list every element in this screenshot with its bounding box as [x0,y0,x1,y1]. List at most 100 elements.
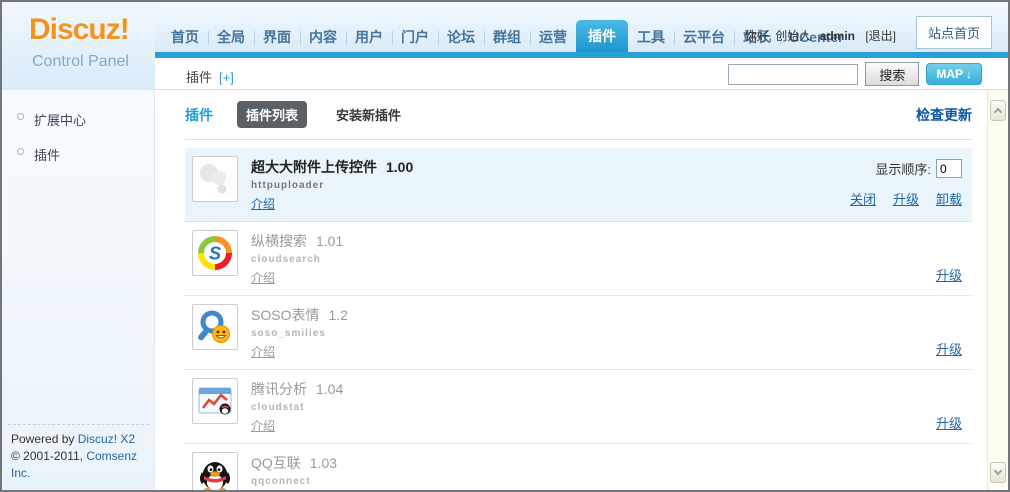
sidebar-item-2[interactable]: 插件 [2,137,154,172]
discuz-admin-window: 首页全局界面内容用户门户论坛群组运营插件工具云平台站长UCenter 你好, 创… [0,0,1010,492]
plugin-action-link-1[interactable]: 升级 [936,342,962,357]
scroll-up-button[interactable] [990,100,1006,121]
search-bar: 搜索 MAP ↓ [728,62,982,86]
plugin-version: 1.01 [316,233,343,249]
plugin-name: 超大大附件上传控件 [251,159,377,175]
nav-item-9[interactable]: 运营 [530,22,576,52]
map-button-label: MAP [936,67,963,81]
nav-item-10[interactable]: 插件 [576,20,628,52]
plugin-name: 腾讯分析 [251,381,307,397]
nav-item-1[interactable]: 首页 [162,22,208,52]
greeting-text: 你好, 创始人 [745,29,812,43]
breadcrumb: 插件 [+] [186,67,234,86]
plugin-version: 1.03 [310,455,337,471]
discuz-x2-link[interactable]: Discuz! X2 [78,432,135,446]
qqconnect-icon [192,452,238,490]
plugin-intro-link[interactable]: 介绍 [251,195,275,212]
breadcrumb-title: 插件 [186,70,212,85]
tab-2[interactable]: 安装新插件 [327,101,410,128]
site-home-button[interactable]: 站点首页 [916,16,992,49]
plugin-intro-link[interactable]: 介绍 [251,343,275,360]
search-button[interactable]: 搜索 [865,62,919,86]
plugin-action-link-1[interactable]: 关闭 [850,192,876,207]
cloudstat-icon [192,378,238,424]
check-update-link[interactable]: 检查更新 [916,105,972,125]
plugin-name: QQ互联 [251,455,301,471]
plugin-list: 超大大附件上传控件1.00httpuploader介绍显示顺序:关闭升级卸载S纵… [185,148,972,490]
plugin-action-links: 升级 [919,339,962,359]
plugin-row-soso_smilies: SOSO表情 1.2 soso_smilies 介绍 升级 [185,296,972,370]
plugin-code: cloudstat [251,402,343,413]
nav-item-11[interactable]: 工具 [628,22,674,52]
display-order-input[interactable] [936,159,962,178]
discuz-logo: Discuz! [29,13,129,47]
plugin-code: qqconnect [251,476,337,487]
bullet-icon [17,148,24,155]
plugin-code: cloudsearch [251,254,343,265]
copyright-line: © 2001-2011, Comsenz Inc. [11,448,146,482]
logo-subtitle: Control Panel [32,53,129,71]
plugin-version: 1.2 [328,307,347,323]
plugin-action-link-2[interactable]: 升级 [893,192,919,207]
plugin-controls: 升级 [919,413,962,433]
tabs: 插件列表安装新插件 [213,101,410,128]
copyright-text: © 2001-2011, [11,449,86,463]
nav-item-12[interactable]: 云平台 [674,22,734,52]
nav-item-4[interactable]: 内容 [300,22,346,52]
httpuploader-icon [192,156,238,202]
plugin-action-links: 升级 [919,413,962,433]
nav-item-3[interactable]: 界面 [254,22,300,52]
plugin-row-qqconnect: QQ互联1.03qqconnect介绍升级 [185,444,972,490]
search-input[interactable] [728,64,858,85]
username: admin [820,29,855,43]
plugin-controls: 升级 [919,265,962,285]
sidebar: 扩展中心插件 Powered by Discuz! X2 © 2001-2011… [2,90,155,490]
plugin-info: SOSO表情 1.2 soso_smilies 介绍 [251,304,348,361]
page-title: 插件 [185,105,213,125]
sidebar-item-1[interactable]: 扩展中心 [2,102,154,137]
nav-item-8[interactable]: 群组 [484,22,530,52]
soso_smilies-icon [192,304,238,350]
sidebar-item-label: 扩展中心 [34,113,86,128]
sidebar-item-label: 插件 [34,148,60,163]
scroll-down-button[interactable] [990,462,1006,483]
chevron-down-icon [994,467,1002,475]
bullet-icon [17,113,24,120]
breadcrumb-expand-link[interactable]: [+] [219,70,234,85]
cloudsearch-icon: S [192,230,238,276]
tab-bar: 插件 插件列表安装新插件 检查更新 [185,90,972,140]
logout-link[interactable]: [退出] [865,29,896,43]
plugin-controls: 显示顺序: 关闭 升级 卸载 [833,159,962,209]
plugin-row-cloudsearch: S纵横搜索1.01cloudsearch介绍升级 [185,222,972,296]
plugin-info: 纵横搜索1.01cloudsearch介绍 [251,230,343,287]
main-content: 插件 插件列表安装新插件 检查更新 超大大附件上传控件 1.00 httpuploa… [156,90,986,490]
chevron-up-icon [994,108,1002,116]
scrollbar[interactable] [987,90,1008,490]
plugin-action-links: 升级 [919,487,962,490]
nav-item-7[interactable]: 论坛 [438,22,484,52]
powered-by-text: Powered by [11,432,78,446]
plugin-code: httpuploader [251,180,413,191]
plugin-action-links: 升级 [919,265,962,285]
nav-item-2[interactable]: 全局 [208,22,254,52]
nav-item-6[interactable]: 门户 [392,22,438,52]
plugin-name: SOSO表情 [251,307,319,323]
breadcrumb-bar: 插件 [+] 搜索 MAP ↓ [155,58,1008,90]
plugin-intro-link[interactable]: 介绍 [251,269,275,286]
plugin-info: 超大大附件上传控件 1.00 httpuploader 介绍 [251,156,413,213]
plugin-action-link-3[interactable]: 卸载 [936,192,962,207]
sidebar-menu: 扩展中心插件 [2,102,154,172]
map-arrow-icon: ↓ [966,67,972,81]
plugin-action-link-1[interactable]: 升级 [936,268,962,283]
plugin-code: soso_smilies [251,328,348,339]
plugin-action-links: 关闭 升级 卸载 [833,189,962,209]
svg-text:S: S [209,244,221,264]
nav-item-5[interactable]: 用户 [346,22,392,52]
tab-1[interactable]: 插件列表 [237,101,307,128]
plugin-info: 腾讯分析1.04cloudstat介绍 [251,378,343,435]
map-button[interactable]: MAP ↓ [926,63,982,85]
plugin-action-link-1[interactable]: 升级 [936,416,962,431]
display-order-label: 显示顺序: [875,159,931,178]
plugin-version: 1.00 [386,159,413,175]
plugin-intro-link[interactable]: 介绍 [251,417,275,434]
